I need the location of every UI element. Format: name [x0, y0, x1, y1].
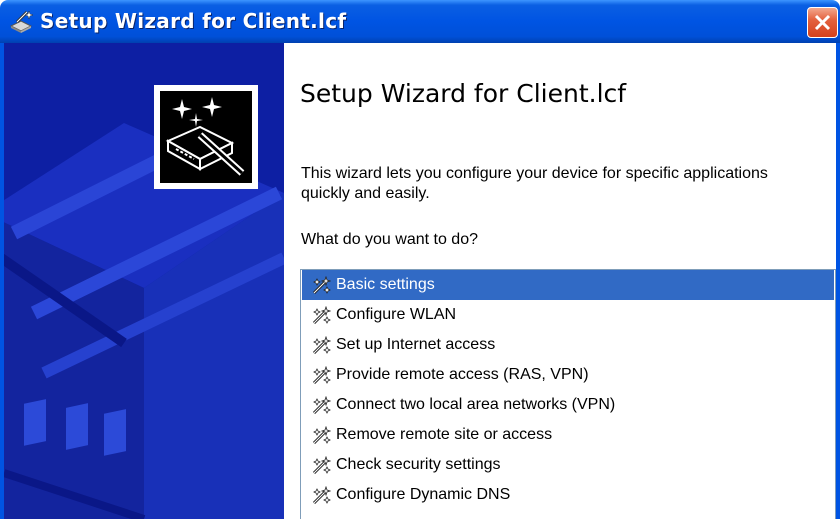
list-item-label: Provide remote access (RAS, VPN) [336, 366, 589, 383]
wizard-wand-icon [311, 365, 332, 386]
wizard-wand-icon [311, 425, 332, 446]
wizard-side-banner [4, 43, 284, 519]
list-item-label: Remove remote site or access [336, 426, 553, 443]
router-wand-icon [165, 97, 245, 176]
list-item-label: Set up Internet access [336, 336, 496, 353]
list-item-label: Configure WLAN [336, 306, 457, 323]
wizard-wand-icon [311, 395, 332, 416]
list-item[interactable]: Configure Dynamic DNS [302, 480, 834, 510]
wizard-wand-icon [311, 335, 332, 356]
wizard-content: Setup Wizard for Client.lcf This wizard … [284, 43, 836, 519]
close-icon [814, 14, 831, 31]
wizard-wand-icon [311, 455, 332, 476]
list-item-label: Configure Dynamic DNS [336, 486, 511, 503]
list-item-label: Connect two local area networks (VPN) [336, 396, 616, 413]
wizard-window: Setup Wizard for Client.lcf Setup Wizard… [0, 0, 840, 519]
task-prompt: What do you want to do? [301, 231, 478, 248]
task-listbox[interactable]: Basic settings Configure WLAN Set up Inter… [300, 269, 836, 519]
list-item[interactable]: Configure WLAN [302, 300, 834, 330]
window-title: Setup Wizard for Client.lcf [40, 9, 347, 33]
title-bar[interactable]: Setup Wizard for Client.lcf [0, 0, 840, 43]
list-item[interactable]: Check security settings [302, 450, 834, 480]
window-frame-right [836, 43, 840, 519]
list-item[interactable]: Provide remote access (RAS, VPN) [302, 360, 834, 390]
wizard-logo [154, 85, 258, 189]
list-item[interactable]: Basic settings [302, 270, 834, 300]
wizard-wand-icon [9, 10, 35, 34]
page-title: Setup Wizard for Client.lcf [300, 79, 627, 108]
list-item-label: Basic settings [336, 276, 435, 293]
close-button[interactable] [807, 7, 838, 38]
wizard-description: This wizard lets you configure your devi… [301, 165, 768, 202]
wizard-wand-icon [311, 305, 332, 326]
list-item[interactable]: Remove remote site or access [302, 420, 834, 450]
list-item[interactable]: Connect two local area networks (VPN) [302, 390, 834, 420]
list-item[interactable]: Set up Internet access [302, 330, 834, 360]
wizard-wand-icon [311, 485, 332, 506]
list-item-label: Check security settings [336, 456, 501, 473]
wizard-wand-icon [311, 275, 332, 296]
